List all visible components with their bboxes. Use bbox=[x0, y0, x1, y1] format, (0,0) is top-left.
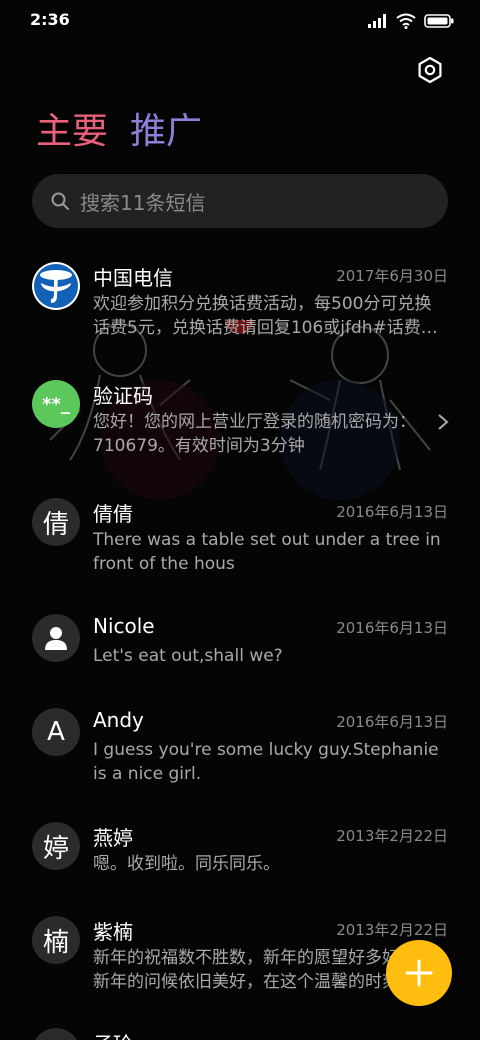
signal-icon bbox=[368, 14, 386, 28]
search-icon bbox=[51, 192, 69, 210]
search-placeholder: 搜索11条短信 bbox=[80, 190, 206, 215]
message-preview: Let's eat out,shall we? bbox=[93, 646, 283, 666]
message-date: 2017年6月30日 bbox=[336, 267, 448, 285]
conversation-item[interactable]: 子玲 bbox=[0, 1028, 480, 1040]
contact-name: 紫楠 bbox=[93, 920, 133, 944]
avatar bbox=[32, 1028, 80, 1040]
china-telecom-logo-icon bbox=[34, 264, 78, 308]
message-date: 2016年6月13日 bbox=[336, 713, 448, 731]
contact-name: 子玲 bbox=[93, 1028, 133, 1040]
avatar: **_ bbox=[32, 380, 80, 428]
message-preview: 嗯。收到啦。同乐同乐。 bbox=[93, 854, 280, 874]
avatar: 楠 bbox=[32, 916, 80, 964]
plus-icon bbox=[405, 959, 433, 987]
avatar bbox=[32, 614, 80, 662]
message-preview: 欢迎参加积分兑换话费活动，每500分可兑换 话费5元，兑换话费请回复106或jf… bbox=[93, 294, 438, 338]
conversation-item[interactable]: Nicole 2016年6月13日 Let's eat out,shall we… bbox=[0, 614, 480, 684]
avatar bbox=[32, 262, 80, 310]
message-preview: There was a table set out under a tree i… bbox=[93, 530, 441, 574]
contact-name: Nicole bbox=[93, 614, 155, 638]
person-icon bbox=[45, 627, 67, 650]
message-date: 2016年6月13日 bbox=[336, 619, 448, 637]
message-preview: I guess you're some lucky guy.Stephanie … bbox=[93, 740, 439, 784]
category-tabs: 主要 推广 bbox=[36, 108, 202, 156]
status-time: 2:36 bbox=[30, 10, 70, 29]
chevron-right-icon[interactable] bbox=[436, 412, 450, 432]
conversation-item[interactable]: **_ 验证码 您好！您的网上营业厅登录的随机密码为： 710679。有效时间为… bbox=[0, 380, 480, 470]
message-date: 2013年2月22日 bbox=[336, 827, 448, 845]
contact-name: 验证码 bbox=[93, 384, 153, 408]
conversation-item[interactable]: 中国电信 2017年6月30日 欢迎参加积分兑换话费活动，每500分可兑换 话费… bbox=[0, 262, 480, 352]
status-bar: 2:36 bbox=[0, 0, 480, 40]
message-date: 2016年6月13日 bbox=[336, 503, 448, 521]
contact-name: 中国电信 bbox=[93, 266, 173, 290]
tab-promotions[interactable]: 推广 bbox=[130, 108, 202, 156]
system-icons bbox=[368, 12, 454, 30]
conversation-item[interactable]: 倩 倩倩 2016年6月13日 There was a table set ou… bbox=[0, 498, 480, 588]
message-preview: 您好！您的网上营业厅登录的随机密码为： 710679。有效时间为3分钟 bbox=[93, 412, 416, 456]
search-bar[interactable]: 搜索11条短信 bbox=[32, 174, 448, 228]
new-message-button[interactable] bbox=[386, 940, 452, 1006]
conversation-item[interactable]: A Andy 2016年6月13日 I guess you're some lu… bbox=[0, 708, 480, 798]
wifi-icon bbox=[396, 13, 416, 29]
contact-name: Andy bbox=[93, 708, 144, 732]
battery-icon bbox=[424, 14, 454, 28]
conversation-item[interactable]: 婷 燕婷 2013年2月22日 嗯。收到啦。同乐同乐。 bbox=[0, 822, 480, 892]
avatar: 倩 bbox=[32, 498, 80, 546]
avatar: 婷 bbox=[32, 822, 80, 870]
contact-name: 燕婷 bbox=[93, 826, 133, 850]
contact-name: 倩倩 bbox=[93, 502, 133, 526]
message-date: 2013年2月22日 bbox=[336, 921, 448, 939]
tab-main[interactable]: 主要 bbox=[36, 108, 108, 156]
avatar: A bbox=[32, 708, 80, 756]
settings-icon[interactable] bbox=[416, 56, 444, 84]
